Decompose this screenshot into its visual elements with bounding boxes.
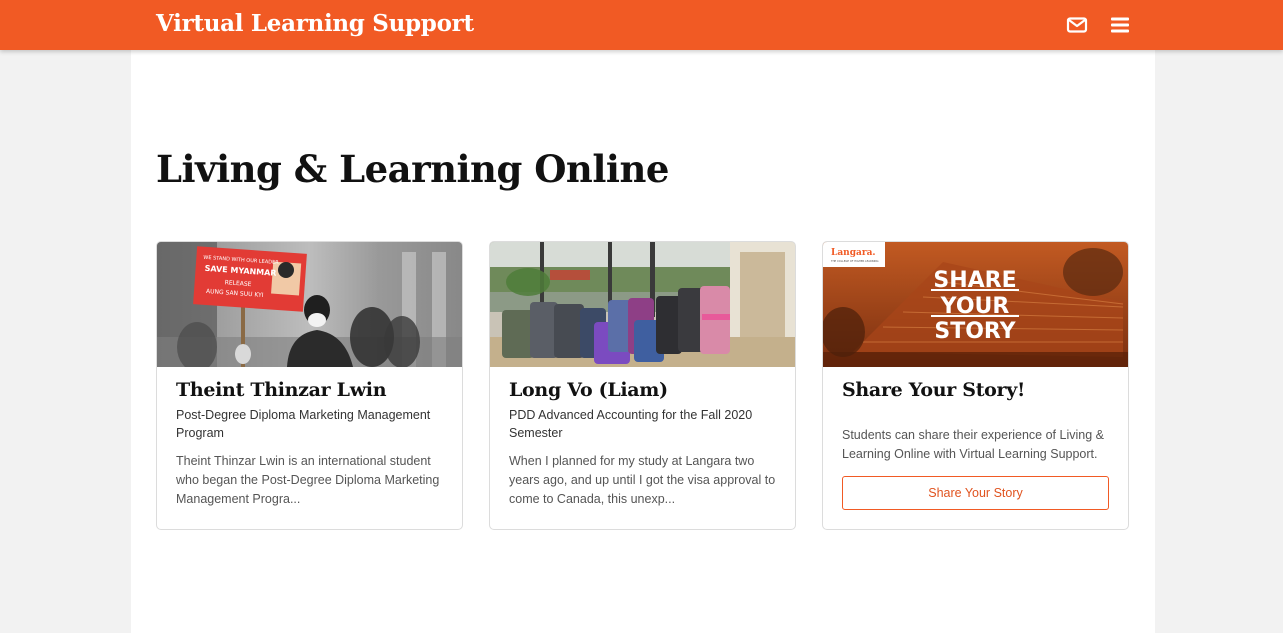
svg-text:Langara.: Langara. (831, 248, 876, 258)
envelope-icon[interactable] (1066, 14, 1088, 36)
card-excerpt: Theint Thinzar Lwin is an international … (176, 454, 440, 506)
card-program: PDD Advanced Accounting for the Fall 202… (509, 408, 753, 440)
site-brand[interactable]: Virtual Learning Support (156, 8, 474, 40)
story-card-theint[interactable]: WE STAND WITH OUR LEADER SAVE MYANMAR RE… (156, 241, 463, 530)
page-title: Living & Learning Online (156, 147, 669, 191)
card-title[interactable]: Theint Thinzar Lwin (176, 379, 387, 401)
share-your-story-card: Langara. THE COLLEGE OF HIGHER LEARNING … (822, 241, 1129, 530)
card-description: Students can share their experience of L… (842, 428, 1104, 461)
svg-text:THE COLLEGE OF HIGHER LEARNING: THE COLLEGE OF HIGHER LEARNING (831, 259, 878, 263)
card-image-suitcases (490, 242, 795, 367)
card-excerpt: When I planned for my study at Langara t… (509, 454, 776, 506)
card-image-share-your-story: Langara. THE COLLEGE OF HIGHER LEARNING … (823, 242, 1128, 367)
card-title: Share Your Story! (842, 379, 1026, 401)
card-title[interactable]: Long Vo (Liam) (509, 379, 668, 401)
card-image-protest: WE STAND WITH OUR LEADER SAVE MYANMAR RE… (157, 242, 462, 367)
hamburger-menu-icon[interactable] (1109, 14, 1131, 36)
story-card-long-vo[interactable]: Long Vo (Liam) PDD Advanced Accounting f… (489, 241, 796, 530)
svg-text:STORY: STORY (934, 319, 1016, 344)
share-your-story-button[interactable]: Share Your Story (842, 476, 1109, 510)
card-program: Post-Degree Diploma Marketing Management… (176, 408, 431, 440)
top-navigation-bar: Virtual Learning Support (0, 0, 1283, 50)
